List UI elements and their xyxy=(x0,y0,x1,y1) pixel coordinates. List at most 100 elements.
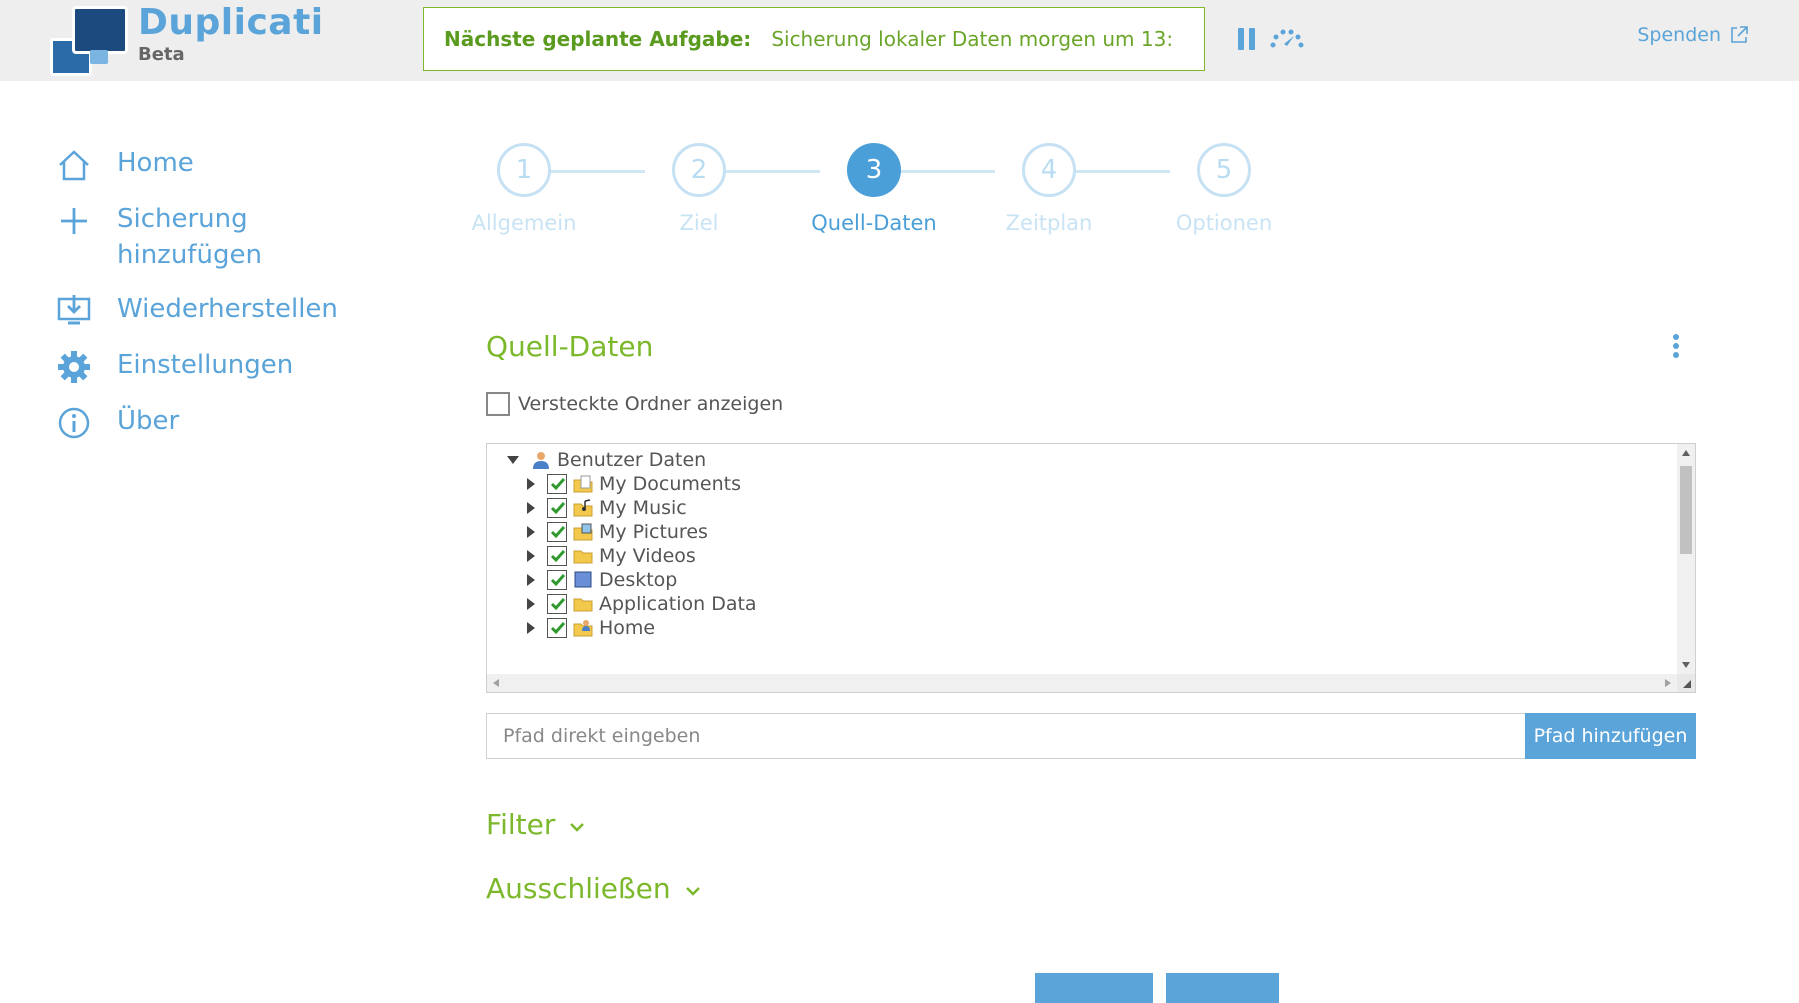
exclude-toggle[interactable]: Ausschließen xyxy=(486,872,701,905)
expand-icon[interactable] xyxy=(527,502,535,514)
documents-folder-icon xyxy=(573,475,593,493)
scroll-left-icon[interactable] xyxy=(493,679,499,687)
folder-icon xyxy=(573,550,593,564)
section-title: Quell-Daten xyxy=(486,330,654,363)
step-label-3[interactable]: Quell-Daten xyxy=(794,211,954,235)
tree-item-my-documents[interactable]: My Documents xyxy=(527,471,741,497)
tree-item-label: Home xyxy=(599,617,656,639)
tree-item-label: My Documents xyxy=(599,473,742,495)
chevron-down-icon xyxy=(570,822,585,832)
item-checkbox[interactable] xyxy=(547,546,567,566)
show-hidden-label: Versteckte Ordner anzeigen xyxy=(518,393,784,415)
sidebar-item-label: Einstellungen xyxy=(117,350,294,380)
exclude-label: Ausschließen xyxy=(486,872,671,905)
tree-item-label: My Pictures xyxy=(599,521,708,543)
home-folder-icon xyxy=(573,620,593,637)
sidebar-item-label: Home xyxy=(117,148,194,178)
collapse-icon[interactable] xyxy=(507,456,519,464)
step-4[interactable]: 4 xyxy=(1022,143,1076,197)
sidebar-item-settings[interactable]: Einstellungen xyxy=(56,347,416,385)
chevron-down-icon xyxy=(685,886,700,896)
expand-icon[interactable] xyxy=(527,526,535,538)
sidebar: Home Sicherung hinzufügen Wiederherstell… xyxy=(56,145,416,459)
next-button[interactable] xyxy=(1166,973,1279,1003)
step-1[interactable]: 1 xyxy=(497,143,551,197)
desktop-icon xyxy=(574,571,592,588)
tree-root[interactable]: Benutzer Daten xyxy=(507,447,706,473)
item-checkbox[interactable] xyxy=(547,474,567,494)
vertical-scrollbar[interactable] xyxy=(1677,444,1695,674)
filter-toggle[interactable]: Filter xyxy=(486,808,585,841)
scroll-up-icon[interactable] xyxy=(1682,450,1690,456)
step-5[interactable]: 5 xyxy=(1197,143,1251,197)
add-path-button[interactable]: Pfad hinzufügen xyxy=(1525,713,1696,759)
tree-item-label: My Music xyxy=(599,497,687,519)
show-hidden-folders-option[interactable]: Versteckte Ordner anzeigen xyxy=(486,392,783,416)
step-label-2[interactable]: Ziel xyxy=(619,211,779,235)
step-3[interactable]: 3 xyxy=(847,143,901,197)
throttle-icon[interactable] xyxy=(1268,28,1304,50)
tree-item-label: Application Data xyxy=(599,593,757,615)
filter-label: Filter xyxy=(486,808,556,841)
expand-icon[interactable] xyxy=(527,478,535,490)
source-folder-tree[interactable]: Benutzer Daten My Documents My Music My … xyxy=(486,443,1696,693)
step-label-5[interactable]: Optionen xyxy=(1144,211,1304,235)
brand-subtitle: Beta xyxy=(138,44,185,65)
step-2[interactable]: 2 xyxy=(672,143,726,197)
item-checkbox[interactable] xyxy=(547,522,567,542)
music-folder-icon xyxy=(573,499,593,517)
item-checkbox[interactable] xyxy=(547,594,567,614)
expand-icon[interactable] xyxy=(527,574,535,586)
info-icon xyxy=(58,407,90,439)
pictures-folder-icon xyxy=(573,523,593,541)
user-icon xyxy=(533,452,549,469)
next-task-status: Nächste geplante Aufgabe: Sicherung loka… xyxy=(423,7,1205,71)
scroll-right-icon[interactable] xyxy=(1665,679,1671,687)
step-label-4[interactable]: Zeitplan xyxy=(969,211,1129,235)
gear-icon xyxy=(58,351,90,383)
scrollbar-thumb[interactable] xyxy=(1680,466,1692,554)
tree-item-desktop[interactable]: Desktop xyxy=(527,567,677,593)
sidebar-item-label: Über xyxy=(117,406,180,436)
status-label: Nächste geplante Aufgabe: xyxy=(444,27,752,51)
show-hidden-checkbox[interactable] xyxy=(486,392,510,416)
sidebar-item-label: Wiederherstellen xyxy=(117,294,338,324)
tree-item-application-data[interactable]: Application Data xyxy=(527,591,757,617)
expand-icon[interactable] xyxy=(527,622,535,634)
tree-item-my-videos[interactable]: My Videos xyxy=(527,543,696,569)
tree-root-label: Benutzer Daten xyxy=(557,449,707,471)
step-label-1[interactable]: Allgemein xyxy=(444,211,604,235)
horizontal-scrollbar[interactable] xyxy=(487,674,1677,692)
tree-item-my-pictures[interactable]: My Pictures xyxy=(527,519,708,545)
tree-item-my-music[interactable]: My Music xyxy=(527,495,687,521)
home-icon xyxy=(59,150,89,181)
item-checkbox[interactable] xyxy=(547,570,567,590)
sidebar-item-about[interactable]: Über xyxy=(56,403,416,441)
restore-icon xyxy=(57,295,91,325)
scroll-down-icon[interactable] xyxy=(1682,662,1690,668)
sidebar-item-label: Sicherung hinzufügen xyxy=(117,204,262,270)
top-header: Duplicati Beta Nächste geplante Aufgabe:… xyxy=(0,0,1799,81)
external-link-icon xyxy=(1731,26,1748,43)
sidebar-item-restore[interactable]: Wiederherstellen xyxy=(56,291,416,329)
donate-label: Spenden xyxy=(1637,24,1721,46)
more-options-icon[interactable] xyxy=(1672,334,1680,362)
duplicati-logo[interactable] xyxy=(50,4,128,76)
expand-icon[interactable] xyxy=(527,550,535,562)
pause-icon[interactable] xyxy=(1238,28,1256,50)
back-button[interactable] xyxy=(1035,973,1153,1003)
plus-icon xyxy=(61,208,87,234)
tree-item-label: My Videos xyxy=(599,545,696,567)
item-checkbox[interactable] xyxy=(547,498,567,518)
expand-icon[interactable] xyxy=(527,598,535,610)
item-checkbox[interactable] xyxy=(547,618,567,638)
resize-grip-icon[interactable] xyxy=(1677,674,1695,692)
tree-item-home[interactable]: Home xyxy=(527,615,655,641)
sidebar-item-home[interactable]: Home xyxy=(56,145,416,183)
path-input[interactable] xyxy=(486,713,1526,759)
sidebar-item-add-backup[interactable]: Sicherung hinzufügen xyxy=(56,201,416,273)
wizard-stepper: 1 2 3 4 5 Allgemein Ziel Quell-Daten Zei… xyxy=(470,143,1272,253)
status-text: Sicherung lokaler Daten morgen um 13: xyxy=(771,27,1174,51)
brand-title[interactable]: Duplicati xyxy=(138,2,324,43)
donate-link[interactable]: Spenden xyxy=(1637,24,1749,46)
